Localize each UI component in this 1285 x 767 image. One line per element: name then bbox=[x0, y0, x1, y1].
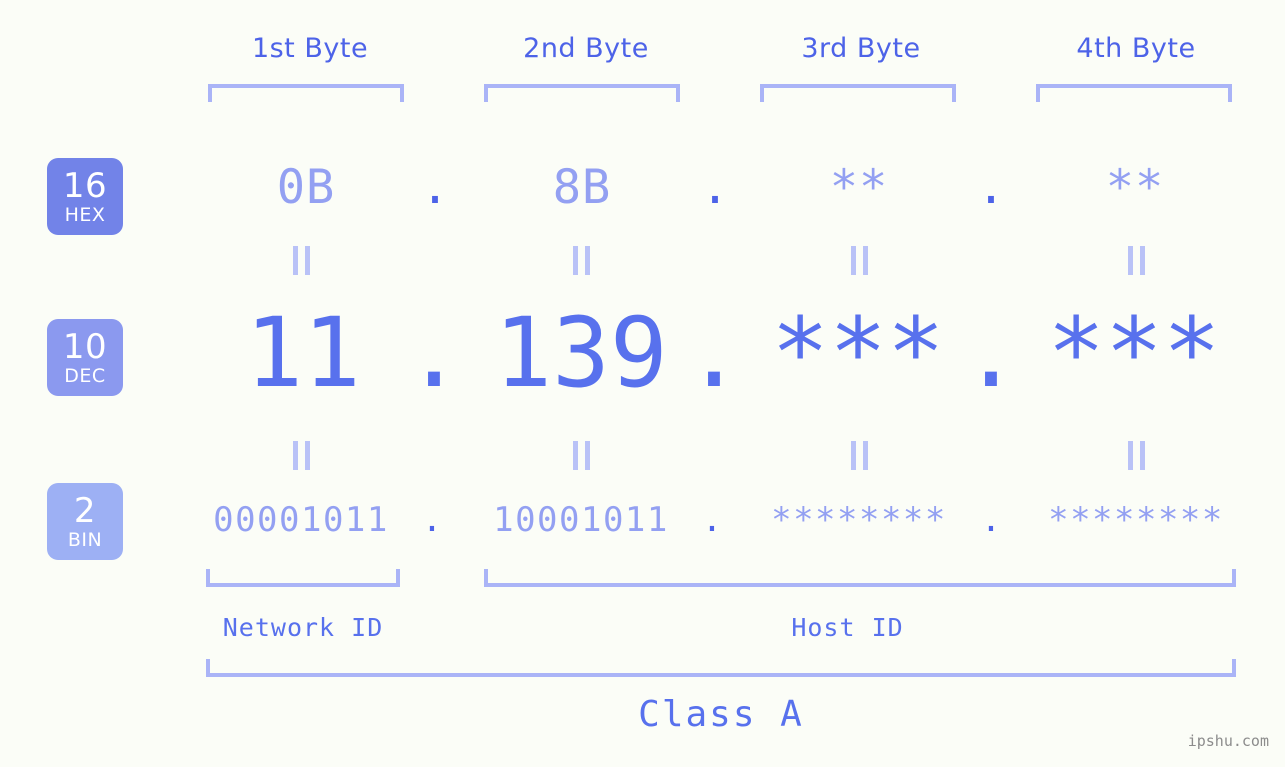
bin-value-row: 00001011 . 10001011 . ******** . *******… bbox=[0, 500, 1285, 548]
byte-header-3: 3rd Byte bbox=[801, 33, 921, 64]
hex-value-row: 0B . 8B . ** . ** bbox=[0, 160, 1285, 220]
hex-byte-4: ** bbox=[1105, 160, 1165, 215]
bin-byte-3: ******** bbox=[771, 500, 947, 540]
dec-byte-3: *** bbox=[771, 297, 945, 409]
byte-bracket-3 bbox=[760, 84, 956, 102]
equals-mark-dec-bin-1 bbox=[186, 441, 416, 470]
dec-separator-2: . bbox=[685, 297, 743, 409]
byte-bracket-1 bbox=[208, 84, 404, 102]
site-watermark: ipshu.com bbox=[1187, 732, 1269, 750]
host-id-bracket bbox=[484, 569, 1236, 587]
dec-byte-1: 11 bbox=[245, 297, 361, 409]
equals-mark-hex-dec-1 bbox=[186, 246, 416, 275]
dec-byte-2: 139 bbox=[494, 297, 668, 409]
bin-byte-1: 00001011 bbox=[213, 500, 389, 540]
ip-address-breakdown-diagram: 1st Byte 2nd Byte 3rd Byte 4th Byte 16 H… bbox=[0, 0, 1285, 767]
dec-separator-3: . bbox=[962, 297, 1020, 409]
equals-mark-dec-bin-4 bbox=[1021, 441, 1251, 470]
network-id-bracket bbox=[206, 569, 400, 587]
equals-mark-dec-bin-3 bbox=[744, 441, 974, 470]
bin-byte-4: ******** bbox=[1048, 500, 1224, 540]
host-id-label: Host ID bbox=[791, 613, 904, 642]
equals-mark-dec-bin-2 bbox=[466, 441, 696, 470]
hex-separator-1: . bbox=[420, 160, 450, 215]
bin-separator-1: . bbox=[421, 500, 443, 540]
hex-byte-3: ** bbox=[829, 160, 889, 215]
byte-header-4: 4th Byte bbox=[1076, 33, 1196, 64]
equals-mark-hex-dec-2 bbox=[466, 246, 696, 275]
byte-header-1: 1st Byte bbox=[251, 33, 369, 64]
hex-separator-2: . bbox=[700, 160, 730, 215]
bin-separator-2: . bbox=[701, 500, 723, 540]
dec-value-row: 11 . 139 . *** . *** bbox=[0, 297, 1285, 417]
hex-byte-2: 8B bbox=[552, 160, 612, 215]
hex-byte-1: 0B bbox=[276, 160, 336, 215]
hex-separator-3: . bbox=[976, 160, 1006, 215]
network-id-label: Network ID bbox=[222, 613, 384, 642]
bin-separator-3: . bbox=[980, 500, 1002, 540]
dec-byte-4: *** bbox=[1047, 297, 1221, 409]
byte-bracket-4 bbox=[1036, 84, 1232, 102]
byte-header-2: 2nd Byte bbox=[523, 33, 649, 64]
equals-mark-hex-dec-3 bbox=[744, 246, 974, 275]
dec-separator-1: . bbox=[405, 297, 463, 409]
byte-bracket-2 bbox=[484, 84, 680, 102]
bin-byte-2: 10001011 bbox=[493, 500, 669, 540]
equals-mark-hex-dec-4 bbox=[1021, 246, 1251, 275]
class-label: Class A bbox=[638, 694, 804, 735]
class-bracket bbox=[206, 659, 1236, 677]
